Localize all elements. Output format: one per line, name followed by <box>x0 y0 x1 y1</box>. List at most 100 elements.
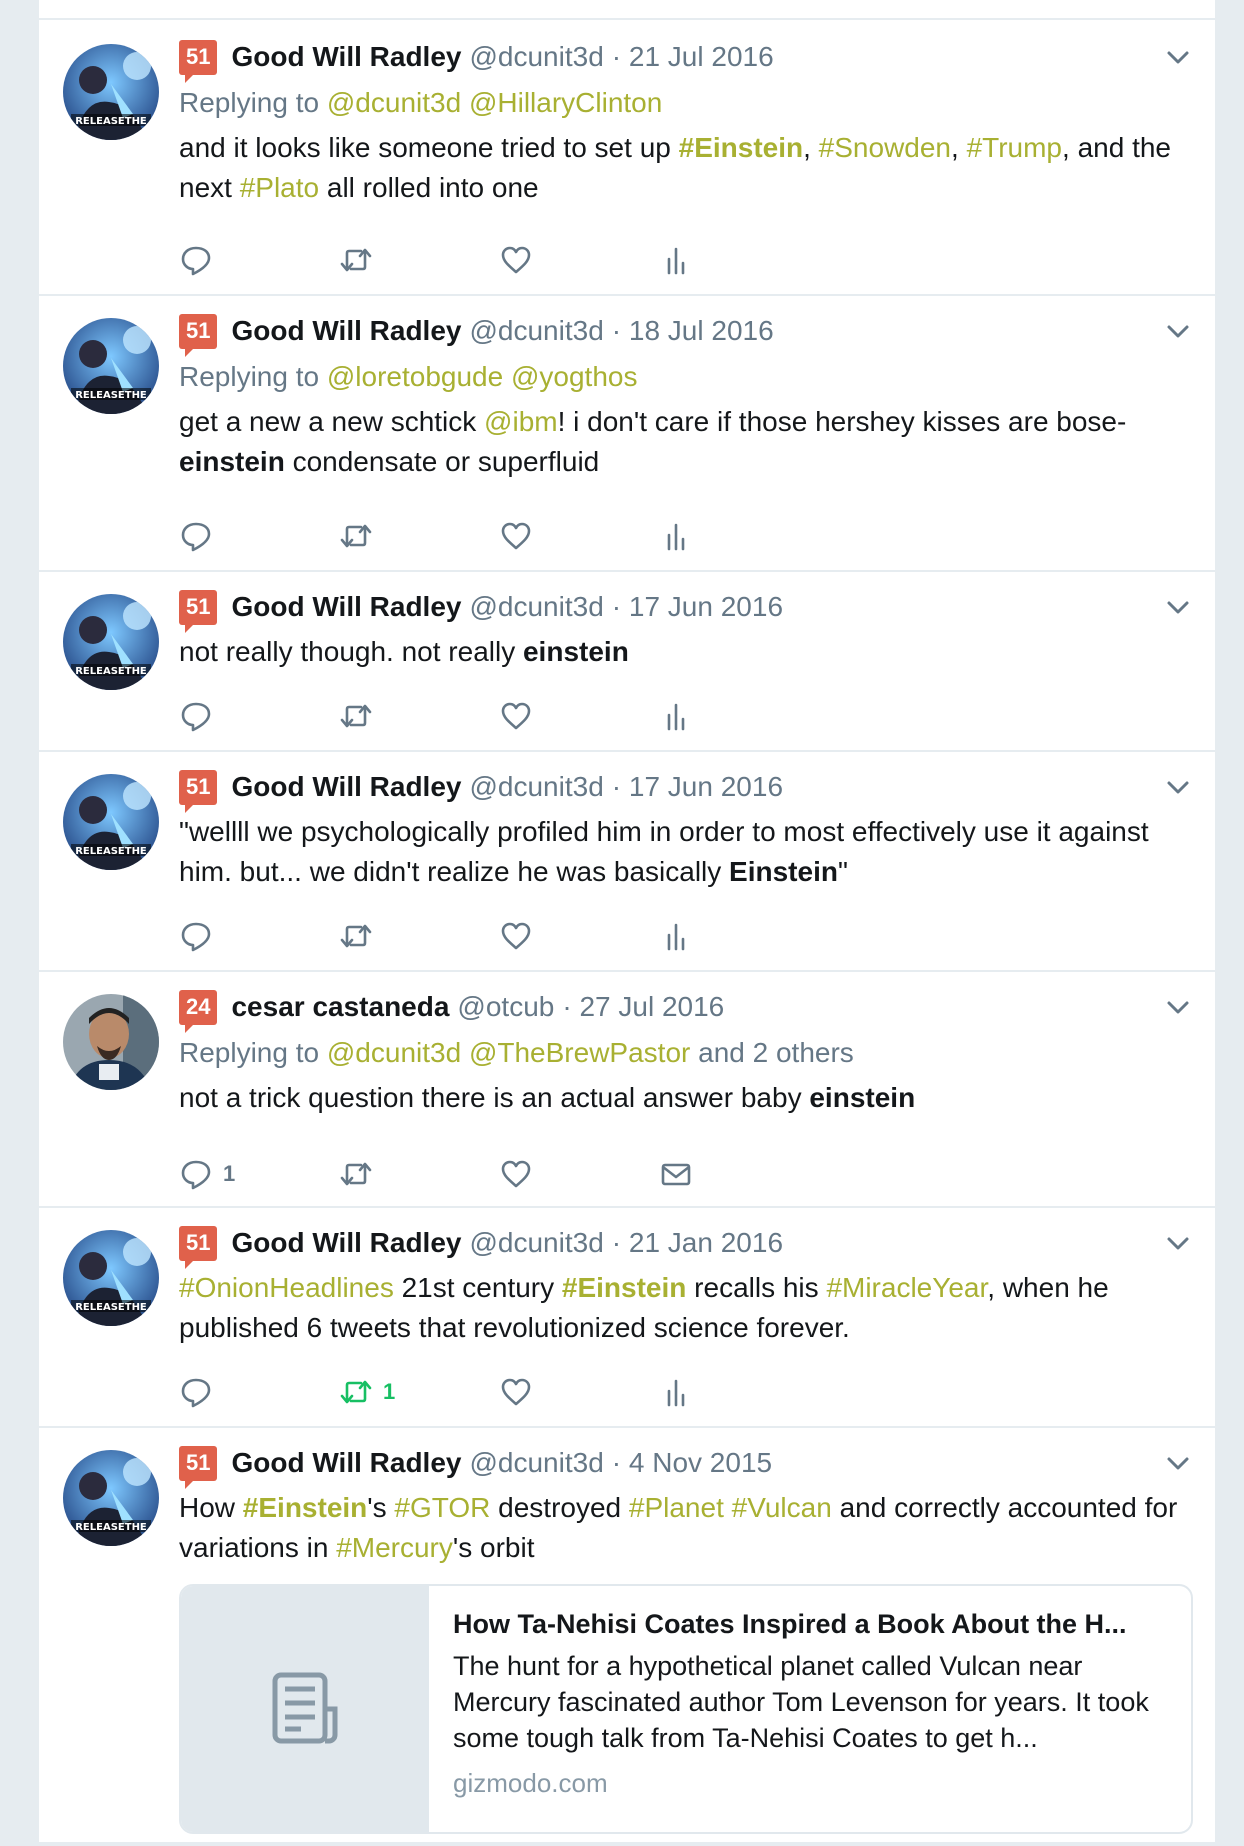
handle[interactable]: @dcunit3d <box>469 591 603 623</box>
tweet-text: "wellll we psychologically profiled him … <box>179 812 1191 892</box>
direct-message-button[interactable] <box>659 1152 693 1196</box>
analytics-button[interactable] <box>659 1370 693 1414</box>
handle[interactable]: @dcunit3d <box>469 1447 603 1479</box>
tweet[interactable]: RELEASETHE 51 Good Will Radley @dcunit3d… <box>39 294 1215 572</box>
tweet[interactable]: RELEASETHE 51 Good Will Radley @dcunit3d… <box>39 570 1215 752</box>
mention-link[interactable]: @HillaryClinton <box>469 87 662 118</box>
timestamp[interactable]: · 21 Jul 2016 <box>612 41 774 73</box>
chevron-down-icon[interactable] <box>1165 994 1191 1020</box>
display-name[interactable]: Good Will Radley <box>231 41 461 73</box>
hashtag-link[interactable]: #Plato <box>240 172 319 203</box>
retweet-button[interactable] <box>339 694 373 738</box>
hashtag-link[interactable]: #Mercury <box>336 1532 453 1563</box>
tweet[interactable]: 24 cesar castaneda @otcub · 27 Jul 2016 … <box>39 970 1215 1208</box>
display-name[interactable]: Good Will Radley <box>231 1227 461 1259</box>
display-name[interactable]: Good Will Radley <box>231 771 461 803</box>
text-segment: 's orbit <box>452 1532 535 1563</box>
like-button[interactable] <box>499 238 533 282</box>
chevron-down-icon[interactable] <box>1165 1230 1191 1256</box>
mention-link[interactable]: @yogthos <box>511 361 638 392</box>
hashtag-link[interactable]: #Snowden <box>819 132 951 163</box>
tweet-text: not really though. not really einstein <box>179 632 1191 672</box>
like-button[interactable] <box>499 694 533 738</box>
chevron-down-icon[interactable] <box>1165 774 1191 800</box>
like-button[interactable] <box>499 514 533 558</box>
avatar[interactable]: RELEASETHE <box>63 1450 159 1546</box>
mention-link[interactable]: @dcunit3d <box>327 1037 461 1068</box>
hashtag-link[interactable]: #GTOR <box>394 1492 490 1523</box>
hashtag-link[interactable]: #Einstein <box>562 1272 686 1303</box>
reply-button[interactable] <box>179 1370 213 1414</box>
timestamp[interactable]: · 21 Jan 2016 <box>612 1227 783 1259</box>
tweet[interactable]: RELEASETHE 51 Good Will Radley @dcunit3d… <box>39 20 1215 296</box>
handle[interactable]: @dcunit3d <box>469 315 603 347</box>
timestamp[interactable]: · 17 Jun 2016 <box>612 771 783 803</box>
chevron-down-icon[interactable] <box>1165 1450 1191 1476</box>
timestamp[interactable]: · 17 Jun 2016 <box>612 591 783 623</box>
retweet-count: 1 <box>383 1379 396 1404</box>
tweet-header: 51 Good Will Radley @dcunit3d · 18 Jul 2… <box>179 310 1191 357</box>
hashtag-link[interactable]: #Einstein <box>243 1492 367 1523</box>
retweet-button[interactable] <box>339 514 373 558</box>
analytics-button[interactable] <box>659 694 693 738</box>
hashtag-link[interactable]: #MiracleYear <box>826 1272 987 1303</box>
retweet-button[interactable]: 1 <box>339 1370 395 1414</box>
display-name[interactable]: Good Will Radley <box>231 1447 461 1479</box>
avatar[interactable]: RELEASETHE <box>63 774 159 870</box>
reply-button[interactable]: 1 <box>179 1152 235 1196</box>
analytics-button[interactable] <box>659 238 693 282</box>
display-name[interactable]: Good Will Radley <box>231 591 461 623</box>
reply-others[interactable]: and 2 others <box>698 1037 854 1068</box>
tweet-text: get a new a new schtick @ibm! i don't ca… <box>179 402 1191 482</box>
timestamp[interactable]: · 18 Jul 2016 <box>612 315 774 347</box>
tweet[interactable]: RELEASETHE 51 Good Will Radley @dcunit3d… <box>39 1206 1215 1428</box>
analytics-button[interactable] <box>659 914 693 958</box>
card-title[interactable]: How Ta-Nehisi Coates Inspired a Book Abo… <box>453 1606 1171 1642</box>
mention-link[interactable]: @dcunit3d <box>327 87 461 118</box>
handle[interactable]: @dcunit3d <box>469 41 603 73</box>
handle[interactable]: @dcunit3d <box>469 771 603 803</box>
display-name[interactable]: Good Will Radley <box>231 315 461 347</box>
text-segment: einstein <box>809 1082 916 1113</box>
hashtag-link[interactable]: #Planet <box>629 1492 724 1523</box>
handle[interactable]: @dcunit3d <box>469 1227 603 1259</box>
hashtag-link[interactable]: #Vulcan <box>732 1492 832 1523</box>
tweet-text: and it looks like someone tried to set u… <box>179 128 1191 208</box>
reply-button[interactable] <box>179 914 213 958</box>
handle[interactable]: @otcub <box>457 991 554 1023</box>
text-segment: ! i don't care if those hershey kisses a… <box>557 406 1127 437</box>
link-card[interactable]: How Ta-Nehisi Coates Inspired a Book Abo… <box>179 1584 1193 1834</box>
chevron-down-icon[interactable] <box>1165 44 1191 70</box>
retweet-button[interactable] <box>339 238 373 282</box>
like-button[interactable] <box>499 1152 533 1196</box>
timestamp[interactable]: · 27 Jul 2016 <box>562 991 724 1023</box>
like-button[interactable] <box>499 1370 533 1414</box>
retweet-button[interactable] <box>339 914 373 958</box>
chevron-down-icon[interactable] <box>1165 318 1191 344</box>
retweet-button[interactable] <box>339 1152 373 1196</box>
tweet-header: 51 Good Will Radley @dcunit3d · 21 Jan 2… <box>179 1222 1191 1269</box>
mention-link[interactable]: @TheBrewPastor <box>469 1037 690 1068</box>
tweet-actions: 1 <box>179 1370 779 1414</box>
reply-button[interactable] <box>179 694 213 738</box>
hashtag-link[interactable]: #OnionHeadlines <box>179 1272 394 1303</box>
hashtag-link[interactable]: #Trump <box>967 132 1062 163</box>
avatar[interactable]: RELEASETHE <box>63 594 159 690</box>
reply-button[interactable] <box>179 238 213 282</box>
avatar[interactable] <box>63 994 159 1090</box>
hashtag-link[interactable]: #Einstein <box>679 132 803 163</box>
avatar[interactable]: RELEASETHE <box>63 44 159 140</box>
hashtag-link[interactable]: @ibm <box>484 406 558 437</box>
chevron-down-icon[interactable] <box>1165 594 1191 620</box>
avatar[interactable]: RELEASETHE <box>63 1230 159 1326</box>
mention-link[interactable]: @loretobgude <box>327 361 503 392</box>
reply-button[interactable] <box>179 514 213 558</box>
like-button[interactable] <box>499 914 533 958</box>
tweet[interactable]: RELEASETHE 51 Good Will Radley @dcunit3d… <box>39 750 1215 972</box>
timestamp[interactable]: · 4 Nov 2015 <box>612 1447 772 1479</box>
display-name[interactable]: cesar castaneda <box>231 991 449 1023</box>
avatar[interactable]: RELEASETHE <box>63 318 159 414</box>
svg-text:RELEASETHE: RELEASETHE <box>75 666 147 677</box>
analytics-button[interactable] <box>659 514 693 558</box>
tweet[interactable]: RELEASETHE 51 Good Will Radley @dcunit3d… <box>39 1426 1215 1846</box>
